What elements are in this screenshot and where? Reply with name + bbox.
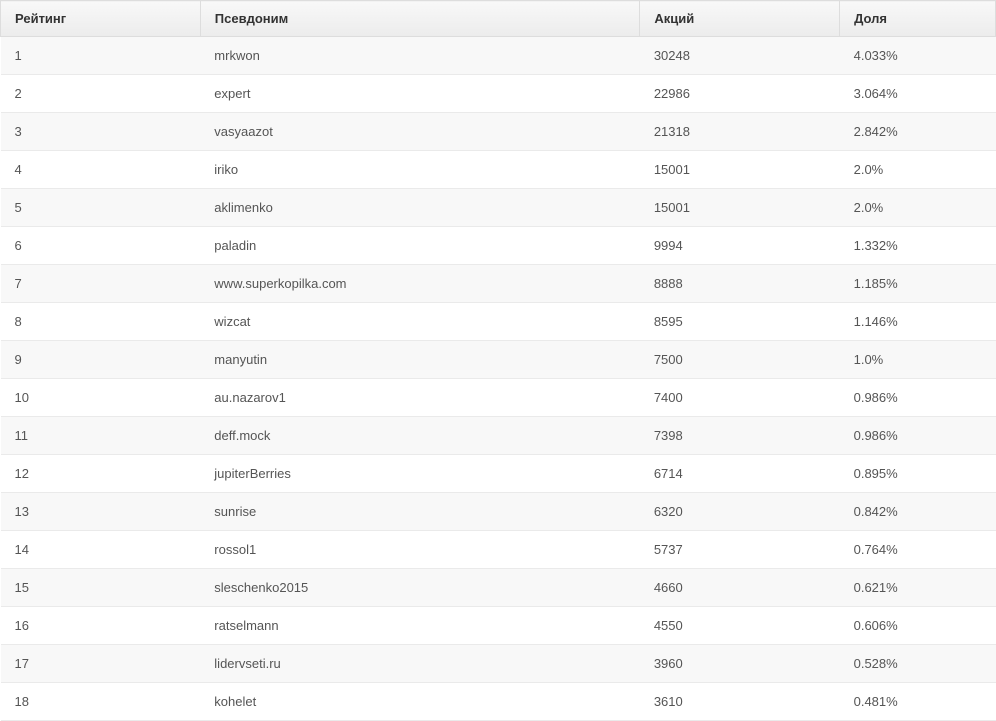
cell-pseudonym: manyutin [200,341,640,379]
table-row: 12jupiterBerries67140.895% [1,455,996,493]
ranking-table: Рейтинг Псевдоним Акций Доля 1mrkwon3024… [0,0,996,721]
cell-share: 1.185% [840,265,996,303]
cell-rating: 11 [1,417,201,455]
cell-pseudonym: jupiterBerries [200,455,640,493]
table-row: 10au.nazarov174000.986% [1,379,996,417]
table-row: 5aklimenko150012.0% [1,189,996,227]
table-header: Рейтинг Псевдоним Акций Доля [1,1,996,37]
table-row: 6paladin99941.332% [1,227,996,265]
cell-shares: 15001 [640,151,840,189]
header-shares[interactable]: Акций [640,1,840,37]
cell-rating: 8 [1,303,201,341]
cell-shares: 22986 [640,75,840,113]
cell-shares: 7500 [640,341,840,379]
cell-rating: 1 [1,37,201,75]
header-rating[interactable]: Рейтинг [1,1,201,37]
cell-shares: 30248 [640,37,840,75]
cell-pseudonym: ratselmann [200,607,640,645]
cell-pseudonym: www.superkopilka.com [200,265,640,303]
cell-share: 0.528% [840,645,996,683]
cell-shares: 6320 [640,493,840,531]
cell-pseudonym: paladin [200,227,640,265]
cell-share: 2.842% [840,113,996,151]
table-row: 2expert229863.064% [1,75,996,113]
header-share[interactable]: Доля [840,1,996,37]
cell-shares: 4550 [640,607,840,645]
table-row: 13sunrise63200.842% [1,493,996,531]
cell-shares: 4660 [640,569,840,607]
cell-rating: 16 [1,607,201,645]
cell-rating: 2 [1,75,201,113]
cell-pseudonym: rossol1 [200,531,640,569]
table-row: 1mrkwon302484.033% [1,37,996,75]
table-row: 14rossol157370.764% [1,531,996,569]
cell-share: 1.332% [840,227,996,265]
table-row: 3vasyaazot213182.842% [1,113,996,151]
cell-share: 0.895% [840,455,996,493]
cell-pseudonym: iriko [200,151,640,189]
table-row: 8wizcat85951.146% [1,303,996,341]
cell-shares: 3960 [640,645,840,683]
cell-rating: 12 [1,455,201,493]
cell-rating: 14 [1,531,201,569]
cell-share: 0.606% [840,607,996,645]
cell-share: 0.986% [840,417,996,455]
cell-share: 0.986% [840,379,996,417]
cell-rating: 3 [1,113,201,151]
cell-rating: 17 [1,645,201,683]
cell-pseudonym: aklimenko [200,189,640,227]
cell-rating: 15 [1,569,201,607]
cell-pseudonym: sunrise [200,493,640,531]
table-row: 16ratselmann45500.606% [1,607,996,645]
cell-rating: 4 [1,151,201,189]
cell-share: 3.064% [840,75,996,113]
cell-share: 0.621% [840,569,996,607]
cell-pseudonym: mrkwon [200,37,640,75]
cell-rating: 6 [1,227,201,265]
cell-rating: 9 [1,341,201,379]
cell-share: 4.033% [840,37,996,75]
cell-pseudonym: au.nazarov1 [200,379,640,417]
cell-share: 1.0% [840,341,996,379]
cell-shares: 7398 [640,417,840,455]
table-row: 15sleschenko201546600.621% [1,569,996,607]
cell-shares: 6714 [640,455,840,493]
cell-share: 0.764% [840,531,996,569]
cell-shares: 8595 [640,303,840,341]
cell-pseudonym: sleschenko2015 [200,569,640,607]
table-body: 1mrkwon302484.033%2expert229863.064%3vas… [1,37,996,721]
cell-pseudonym: vasyaazot [200,113,640,151]
cell-rating: 13 [1,493,201,531]
cell-share: 0.842% [840,493,996,531]
cell-rating: 5 [1,189,201,227]
cell-rating: 10 [1,379,201,417]
cell-shares: 21318 [640,113,840,151]
cell-share: 1.146% [840,303,996,341]
cell-rating: 7 [1,265,201,303]
cell-shares: 15001 [640,189,840,227]
header-pseudonym[interactable]: Псевдоним [200,1,640,37]
cell-pseudonym: deff.mock [200,417,640,455]
table-row: 17lidervseti.ru39600.528% [1,645,996,683]
cell-shares: 8888 [640,265,840,303]
table-row: 7www.superkopilka.com88881.185% [1,265,996,303]
cell-shares: 9994 [640,227,840,265]
cell-share: 2.0% [840,151,996,189]
cell-shares: 7400 [640,379,840,417]
cell-shares: 5737 [640,531,840,569]
cell-share: 2.0% [840,189,996,227]
cell-pseudonym: lidervseti.ru [200,645,640,683]
cell-pseudonym: wizcat [200,303,640,341]
table-row: 4iriko150012.0% [1,151,996,189]
table-row: 9manyutin75001.0% [1,341,996,379]
table-row: 11deff.mock73980.986% [1,417,996,455]
cell-pseudonym: expert [200,75,640,113]
